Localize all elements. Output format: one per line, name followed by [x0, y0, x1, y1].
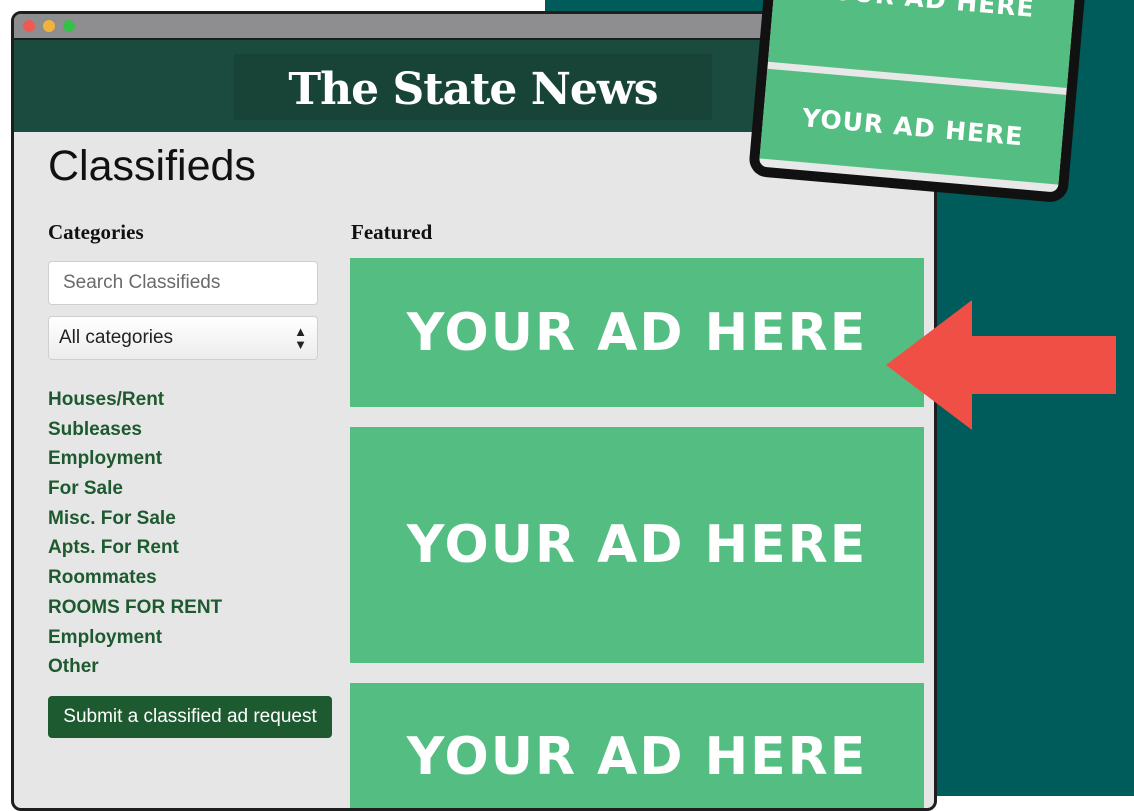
masthead-logo-box[interactable]: The State News	[234, 54, 712, 120]
category-link-for-sale[interactable]: For Sale	[48, 474, 222, 504]
left-arrow-icon	[886, 300, 1116, 430]
featured-ad-slot[interactable]: YOUR AD HERE	[350, 427, 924, 663]
category-link-other[interactable]: Other	[48, 652, 222, 682]
category-link-houses-rent[interactable]: Houses/Rent	[48, 385, 222, 415]
category-link-rooms-for-rent[interactable]: ROOMS FOR RENT	[48, 593, 222, 623]
site-logo: The State News	[288, 64, 658, 115]
featured-heading: Featured	[351, 220, 433, 244]
category-link-employment-2[interactable]: Employment	[48, 623, 222, 653]
up-down-chevron-icon: ▲ ▼	[294, 324, 307, 352]
search-classifieds-input[interactable]	[48, 261, 318, 305]
tablet-ad-slot: YOUR AD HERE	[759, 68, 1067, 185]
page-title: Classifieds	[48, 142, 256, 190]
category-link-misc-for-sale[interactable]: Misc. For Sale	[48, 504, 222, 534]
tablet-screen: YOUR AD HERE YOUR AD HERE	[758, 0, 1082, 193]
category-link-apts-for-rent[interactable]: Apts. For Rent	[48, 533, 222, 563]
category-list: Houses/Rent Subleases Employment For Sal…	[48, 385, 222, 682]
categories-heading: Categories	[48, 220, 144, 244]
category-select-value: All categories	[59, 327, 174, 348]
minimize-dot[interactable]	[43, 20, 55, 32]
close-dot[interactable]	[23, 20, 35, 32]
tablet-mockup: YOUR AD HERE YOUR AD HERE	[747, 0, 1093, 204]
featured-ad-slot[interactable]: YOUR AD HERE	[350, 258, 924, 407]
category-link-employment[interactable]: Employment	[48, 444, 222, 474]
maximize-dot[interactable]	[63, 20, 75, 32]
category-link-roommates[interactable]: Roommates	[48, 563, 222, 593]
featured-ad-slot[interactable]: YOUR AD HERE	[350, 683, 924, 808]
submit-classified-button[interactable]: Submit a classified ad request	[48, 696, 332, 738]
category-select[interactable]: All categories ▲ ▼	[48, 316, 318, 360]
category-link-subleases[interactable]: Subleases	[48, 415, 222, 445]
